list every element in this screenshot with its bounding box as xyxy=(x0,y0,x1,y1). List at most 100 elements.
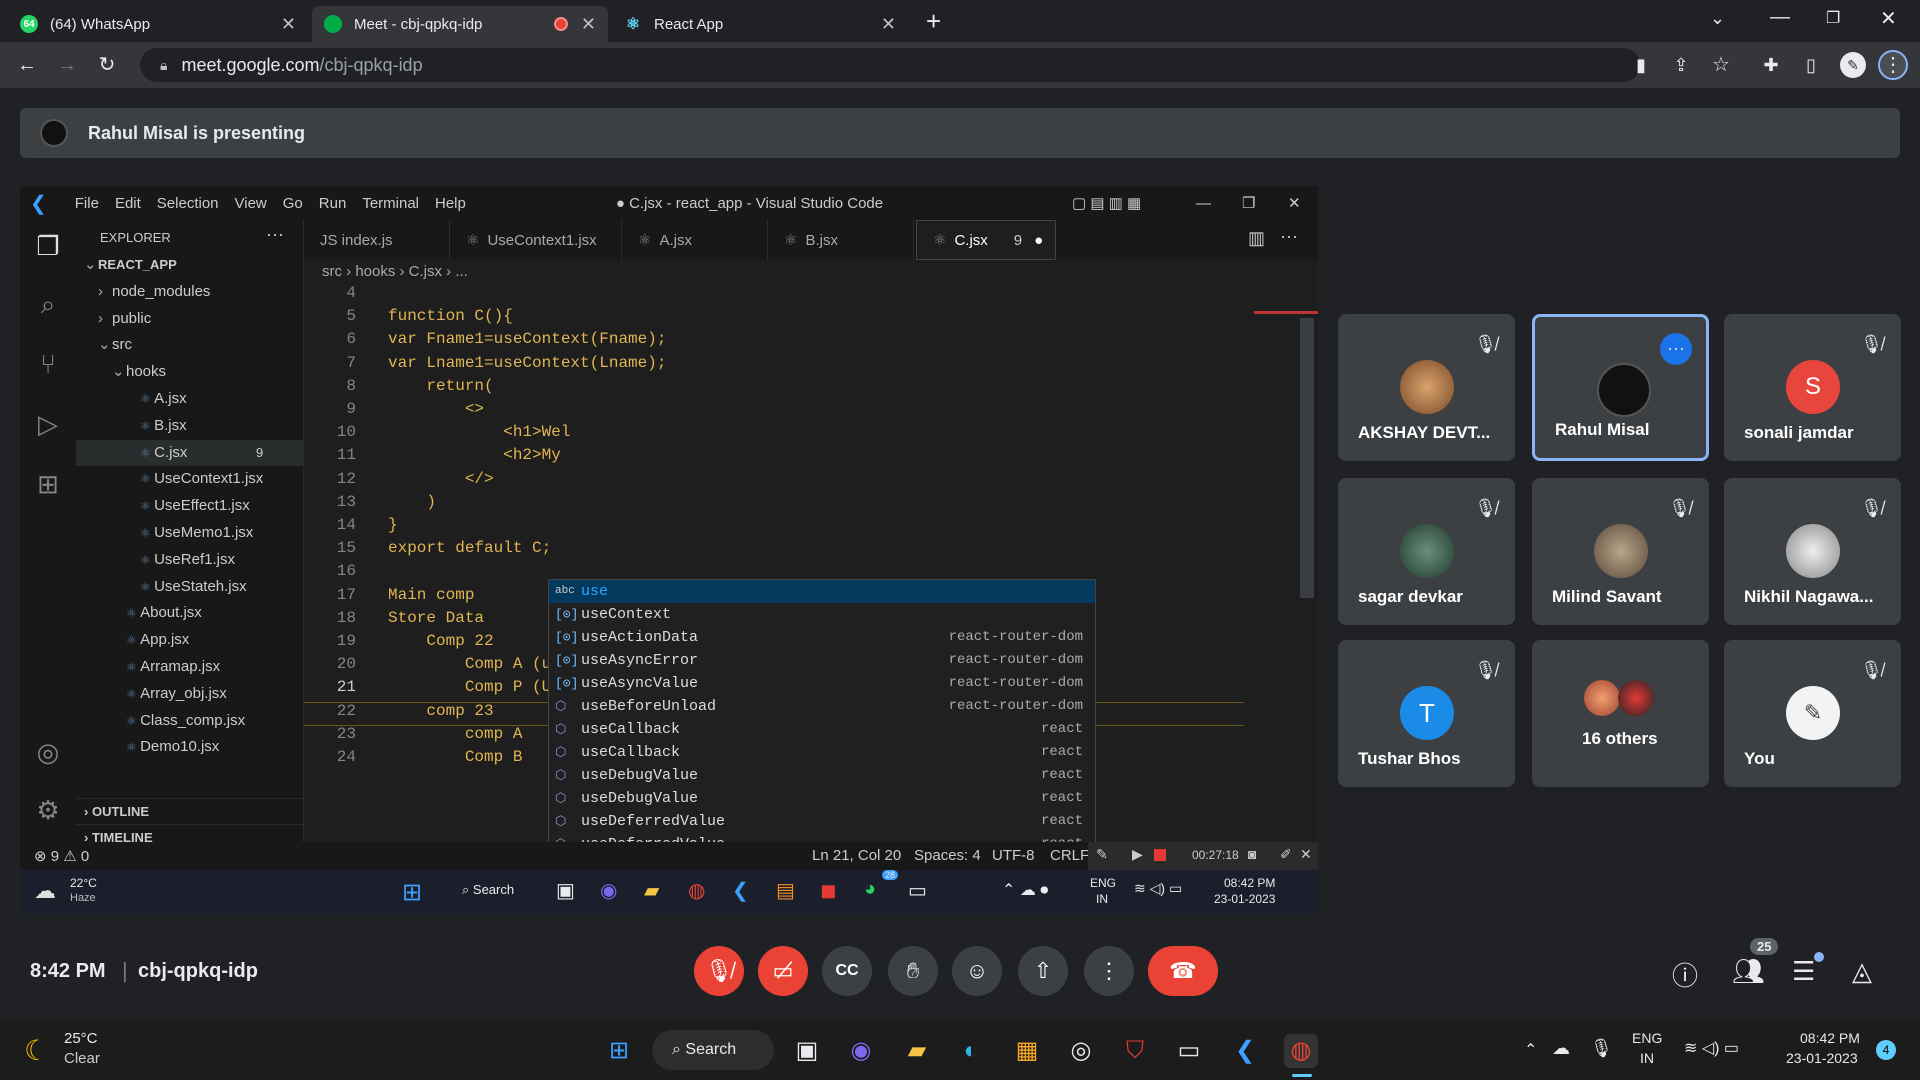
tab-index-js[interactable]: JS index.js xyxy=(304,220,450,260)
code-line[interactable]: export default C; xyxy=(388,539,551,557)
more-options-button[interactable]: ⋮ xyxy=(1084,946,1134,996)
more-actions-icon[interactable]: ··· xyxy=(266,224,284,245)
terminal-icon[interactable]: ▭ xyxy=(908,878,927,903)
menu-edit[interactable]: Edit xyxy=(115,195,141,212)
bookmark-star-icon[interactable]: ☆ xyxy=(1708,52,1734,78)
taskbar-search[interactable]: ⌕ Search xyxy=(652,1030,774,1070)
suggestion-item[interactable]: abc use xyxy=(549,580,1095,603)
code-line[interactable]: comp A xyxy=(388,725,523,743)
vscode-icon[interactable]: ❮ xyxy=(1228,1034,1262,1068)
suggestion-item[interactable]: [⊙] useActionData react-router-dom xyxy=(549,626,1095,649)
suggestion-item[interactable]: ⬡ useCallback react xyxy=(549,741,1095,764)
people-icon[interactable]: 👥︎ xyxy=(1732,956,1765,987)
app-icon[interactable]: ◎ xyxy=(1064,1034,1098,1068)
settings-gear-icon[interactable]: ⚙ xyxy=(32,794,64,826)
recorder-icon[interactable]: ◼ xyxy=(820,878,837,903)
scrollbar[interactable] xyxy=(1300,318,1314,598)
shared-search[interactable]: ⌕ Search xyxy=(462,882,514,898)
tree-item[interactable]: ⌄hooks xyxy=(76,359,304,385)
run-debug-icon[interactable]: ▷ xyxy=(32,408,64,440)
menu-selection[interactable]: Selection xyxy=(157,195,219,212)
outline-section[interactable]: › OUTLINE xyxy=(76,798,304,824)
code-line[interactable]: Comp B xyxy=(388,748,523,766)
reload-icon[interactable]: ↻ xyxy=(94,52,120,78)
code-line[interactable]: function C(){ xyxy=(388,307,513,325)
code-line[interactable]: <> xyxy=(388,400,484,418)
participant-tile-presenter[interactable]: ··· Rahul Misal xyxy=(1532,314,1709,461)
back-icon[interactable]: ← xyxy=(14,52,40,78)
suggestion-item[interactable]: ⬡ useDebugValue react xyxy=(549,787,1095,810)
source-control-icon[interactable]: ⑂ xyxy=(32,348,64,380)
close-icon[interactable]: ✕ xyxy=(881,14,896,35)
cursor-position[interactable]: Ln 21, Col 20 xyxy=(812,847,901,864)
tree-item[interactable]: ⌄src xyxy=(76,332,304,358)
suggestion-widget[interactable]: abc use [⊙] useContext [⊙] useActionData react… xyxy=(548,579,1096,864)
store-icon[interactable]: ▦ xyxy=(1010,1034,1044,1068)
teams-icon[interactable]: ◉ xyxy=(844,1034,878,1068)
tree-item[interactable]: ⚛ Demo10.jsx xyxy=(76,734,304,760)
menu-terminal[interactable]: Terminal xyxy=(362,195,419,212)
windows-start-icon[interactable]: ⊞ xyxy=(602,1034,636,1068)
suggestion-item[interactable]: ⬡ useDeferredValue react xyxy=(549,810,1095,833)
close-icon[interactable]: ✕ xyxy=(581,14,596,35)
mic-icon[interactable]: 🎙︎ xyxy=(1590,1038,1613,1059)
code-line[interactable]: Comp A (use xyxy=(388,655,571,673)
pen-icon[interactable]: ✎ xyxy=(1096,846,1108,863)
forward-icon[interactable]: → xyxy=(54,52,80,78)
menu-go[interactable]: Go xyxy=(283,195,303,212)
tree-item[interactable]: ⚛ Class_comp.jsx xyxy=(76,708,304,734)
vs-close-icon[interactable]: ✕ xyxy=(1288,194,1301,212)
participant-tile[interactable]: 🎙︎̸ AKSHAY DEVT... xyxy=(1338,314,1515,461)
participant-tile-others[interactable]: 16 others xyxy=(1532,640,1709,787)
code-line[interactable]: } xyxy=(388,516,398,534)
tab-b-jsx[interactable]: ⚛ B.jsx xyxy=(768,220,914,260)
explorer-icon[interactable]: ❐ xyxy=(32,230,64,262)
camera-icon[interactable]: ▮ xyxy=(1628,52,1654,78)
tree-item[interactable]: › public xyxy=(76,306,304,332)
tab-whatsapp[interactable]: 64 (64) WhatsApp ✕ xyxy=(8,6,308,42)
whatsapp-icon[interactable]: ◕ xyxy=(864,878,876,901)
captions-button[interactable]: CC xyxy=(822,946,872,996)
code-line[interactable]: </> xyxy=(388,470,494,488)
onedrive-icon[interactable]: ☁ xyxy=(1552,1038,1570,1059)
editor-more-icon[interactable]: ··· xyxy=(1280,226,1298,247)
chrome-icon[interactable]: ◍ xyxy=(688,878,705,903)
tree-item[interactable]: ⚛ UseContext1.jsx xyxy=(76,466,304,492)
extensions-icon[interactable]: ✚ xyxy=(1758,52,1784,78)
code-line[interactable]: Store Data xyxy=(388,609,484,627)
indent-status[interactable]: Spaces: 4 xyxy=(914,847,981,864)
search-icon[interactable]: ⌕ xyxy=(32,288,64,320)
edit-icon[interactable]: ✐ xyxy=(1280,846,1292,863)
menu-run[interactable]: Run xyxy=(319,195,347,212)
eol-status[interactable]: CRLF xyxy=(1050,847,1089,864)
raise-hand-button[interactable]: ✋︎ xyxy=(888,946,938,996)
extensions-icon[interactable]: ⊞ xyxy=(32,468,64,500)
chrome-icon[interactable]: ◍ xyxy=(1284,1034,1318,1068)
stop-icon[interactable] xyxy=(1154,849,1166,861)
tree-item[interactable]: › node_modules xyxy=(76,279,304,305)
network-sound-battery-icons[interactable]: ≋ ◁) ▭ xyxy=(1134,880,1182,897)
tree-item[interactable]: ⚛ UseEffect1.jsx xyxy=(76,493,304,519)
problems-status[interactable]: ⊗ 9 ⚠ 0 xyxy=(34,847,89,865)
new-tab-icon[interactable]: + xyxy=(926,6,941,37)
minimize-icon[interactable]: — xyxy=(1770,6,1790,29)
minimap[interactable] xyxy=(1254,290,1318,314)
task-view-icon[interactable]: ▣ xyxy=(790,1034,824,1068)
tab-react-app[interactable]: ⚛ React App ✕ xyxy=(612,6,908,42)
tree-item[interactable]: ⚛ About.jsx xyxy=(76,600,304,626)
tree-item[interactable]: ⚛ UseRef1.jsx xyxy=(76,547,304,573)
tab-usecontext1[interactable]: ⚛ UseContext1.jsx xyxy=(450,220,622,260)
suggestion-item[interactable]: [⊙] useContext xyxy=(549,603,1095,626)
layout-icons[interactable]: ▢ ▤ ▥ ▦ xyxy=(1072,194,1141,212)
vs-minimize-icon[interactable]: — xyxy=(1196,195,1211,212)
tree-item[interactable]: ⌄REACT_APP xyxy=(76,252,304,278)
tree-item[interactable]: ⚛ C.jsx 9 xyxy=(76,439,304,466)
tray-icons[interactable]: ⌃ ☁ ⏺ xyxy=(1002,880,1048,900)
present-button[interactable]: ⇧ xyxy=(1018,946,1068,996)
folder-icon[interactable]: ▰ xyxy=(644,878,659,903)
code-line[interactable]: var Fname1=useContext(Fname); xyxy=(388,330,666,348)
encoding-status[interactable]: UTF-8 xyxy=(992,847,1035,864)
tab-c-jsx[interactable]: ⚛ C.jsx 9 ● xyxy=(916,220,1056,260)
tree-item[interactable]: ⚛ Array_obj.jsx xyxy=(76,681,304,707)
tab-search-icon[interactable]: ⌄ xyxy=(1710,8,1725,29)
